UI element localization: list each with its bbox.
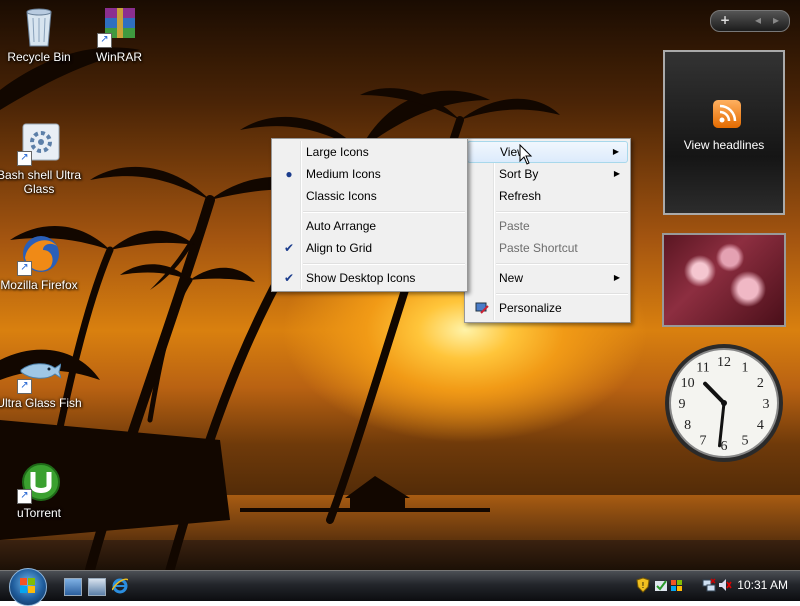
- clock-numeral: 4: [757, 418, 764, 433]
- menu-item-sort-by[interactable]: Sort By ▶: [467, 163, 628, 185]
- sidebar-next-button[interactable]: ▸: [773, 13, 779, 27]
- checkmark-icon: ✔: [283, 241, 295, 255]
- menu-item-label: Classic Icons: [306, 189, 377, 203]
- desktop-icon-label: Bash shell Ultra Glass: [0, 168, 82, 196]
- system-tray: ! 10:31 AM: [630, 571, 800, 601]
- taskbar: ! 10:31 AM: [0, 568, 800, 606]
- shortcut-arrow-icon: ↗: [97, 33, 112, 48]
- view-headlines-link[interactable]: View headlines: [665, 138, 783, 152]
- menu-item-medium-icons[interactable]: ● Medium Icons: [274, 163, 465, 185]
- menu-item-align-to-grid[interactable]: ✔ Align to Grid: [274, 237, 465, 259]
- menu-item-label: Large Icons: [306, 145, 369, 159]
- radio-dot-icon: ●: [285, 167, 293, 181]
- clock-numeral: 12: [717, 355, 731, 370]
- menu-separator: [496, 263, 628, 265]
- mouse-cursor-icon: [519, 144, 533, 165]
- winrar-icon: ↗: [97, 4, 141, 48]
- desktop-context-menu: View ▶ Sort By ▶ Refresh Paste Paste Sho…: [464, 138, 631, 323]
- submenu-arrow-icon: ▶: [613, 273, 620, 282]
- clock-gadget[interactable]: 1234567891011 12: [663, 342, 785, 464]
- clock-numeral: 5: [742, 433, 749, 448]
- fish-icon: ↗: [17, 350, 62, 394]
- sidebar-prev-button[interactable]: ◂: [755, 13, 761, 27]
- update-checkmark-icon[interactable]: [654, 577, 668, 593]
- slideshow-gadget[interactable]: [662, 233, 786, 327]
- desktop-icon-bash-shell[interactable]: ↗ Bash shell Ultra Glass: [0, 122, 84, 196]
- shortcut-arrow-icon: ↗: [17, 489, 32, 504]
- menu-item-paste[interactable]: Paste: [467, 215, 628, 237]
- view-submenu: Large Icons ● Medium Icons Classic Icons…: [271, 138, 468, 292]
- shortcut-arrow-icon: ↗: [17, 261, 32, 276]
- menu-item-label: Sort By: [499, 167, 539, 181]
- bash-shell-icon: ↗: [17, 122, 61, 166]
- desktop-icon-label: WinRAR: [95, 50, 142, 64]
- menu-item-label: Paste Shortcut: [499, 241, 578, 255]
- desktop-icon-firefox[interactable]: ↗ Mozilla Firefox: [0, 232, 84, 292]
- shortcut-arrow-icon: ↗: [17, 151, 32, 166]
- menu-item-label: Show Desktop Icons: [306, 271, 416, 285]
- clock-numeral: 1: [742, 361, 749, 376]
- clock-numeral: 7: [700, 433, 707, 448]
- menu-item-view[interactable]: View ▶: [467, 141, 628, 163]
- internet-explorer-icon[interactable]: [111, 578, 129, 594]
- checkmark-icon: ✔: [283, 271, 295, 285]
- recycle-bin-icon: [17, 4, 61, 48]
- firefox-icon: ↗: [17, 232, 61, 276]
- add-gadget-button[interactable]: +: [720, 13, 730, 27]
- menu-item-label: Personalize: [499, 301, 562, 315]
- clock-numeral: 9: [679, 397, 686, 412]
- menu-item-paste-shortcut[interactable]: Paste Shortcut: [467, 237, 628, 259]
- menu-item-new[interactable]: New ▶: [467, 267, 628, 289]
- menu-item-label: New: [499, 271, 524, 285]
- clock-numeral: 11: [696, 361, 709, 376]
- menu-item-auto-arrange[interactable]: Auto Arrange: [274, 215, 465, 237]
- menu-separator: [496, 211, 628, 213]
- windows-logo-icon: [20, 578, 35, 593]
- menu-item-label: Paste: [499, 219, 530, 233]
- shortcut-arrow-icon: ↗: [17, 379, 32, 394]
- taskbar-clock[interactable]: 10:31 AM: [737, 578, 788, 592]
- menu-item-refresh[interactable]: Refresh: [467, 185, 628, 207]
- desktop-icon-label: Recycle Bin: [7, 50, 71, 64]
- personalize-icon: [475, 297, 489, 322]
- menu-item-label: Auto Arrange: [306, 219, 377, 233]
- clock-numeral: 6: [721, 439, 728, 454]
- menu-item-label: Align to Grid: [306, 241, 373, 255]
- show-desktop-icon[interactable]: [64, 578, 82, 596]
- menu-item-classic-icons[interactable]: Classic Icons: [274, 185, 465, 207]
- start-button[interactable]: [9, 568, 47, 606]
- desktop-icon-label: Ultra Glass Fish: [0, 396, 82, 410]
- desktop-icon-recycle-bin[interactable]: Recycle Bin: [0, 4, 84, 64]
- desktop-icon-ultra-glass-fish[interactable]: ↗ Ultra Glass Fish: [0, 350, 84, 410]
- network-icon[interactable]: [702, 577, 716, 593]
- desktop-icon-label: Mozilla Firefox: [0, 278, 78, 292]
- desktop-icon-winrar[interactable]: ↗ WinRAR: [74, 4, 164, 64]
- menu-separator: [303, 263, 465, 265]
- utorrent-icon: ↗: [17, 460, 61, 504]
- menu-separator: [303, 211, 465, 213]
- desktop-icon-utorrent[interactable]: ↗ uTorrent: [0, 460, 84, 520]
- menu-separator: [496, 293, 628, 295]
- volume-muted-icon[interactable]: [718, 577, 732, 593]
- windows-tray-icon[interactable]: [670, 577, 684, 593]
- clock-numeral: 2: [757, 376, 764, 391]
- clock-numeral: 8: [684, 418, 691, 433]
- submenu-arrow-icon: ▶: [613, 169, 620, 178]
- menu-item-show-desktop-icons[interactable]: ✔ Show Desktop Icons: [274, 267, 465, 289]
- menu-item-large-icons[interactable]: Large Icons: [274, 141, 465, 163]
- menu-item-label: Refresh: [499, 189, 542, 203]
- svg-text:!: !: [641, 581, 644, 590]
- feed-headlines-gadget[interactable]: View headlines: [663, 50, 785, 215]
- desktop-icon-label: uTorrent: [16, 506, 62, 520]
- switch-windows-icon[interactable]: [88, 578, 106, 596]
- submenu-arrow-icon: ▶: [612, 147, 619, 156]
- clock-numeral: 10: [681, 376, 695, 391]
- clock-numeral: 3: [763, 397, 770, 412]
- security-shield-icon[interactable]: !: [636, 577, 650, 593]
- menu-item-personalize[interactable]: Personalize: [467, 297, 628, 319]
- menu-item-label: Medium Icons: [306, 167, 381, 181]
- sidebar-controls: + ◂ ▸: [710, 10, 790, 32]
- rss-feed-icon: [713, 100, 741, 128]
